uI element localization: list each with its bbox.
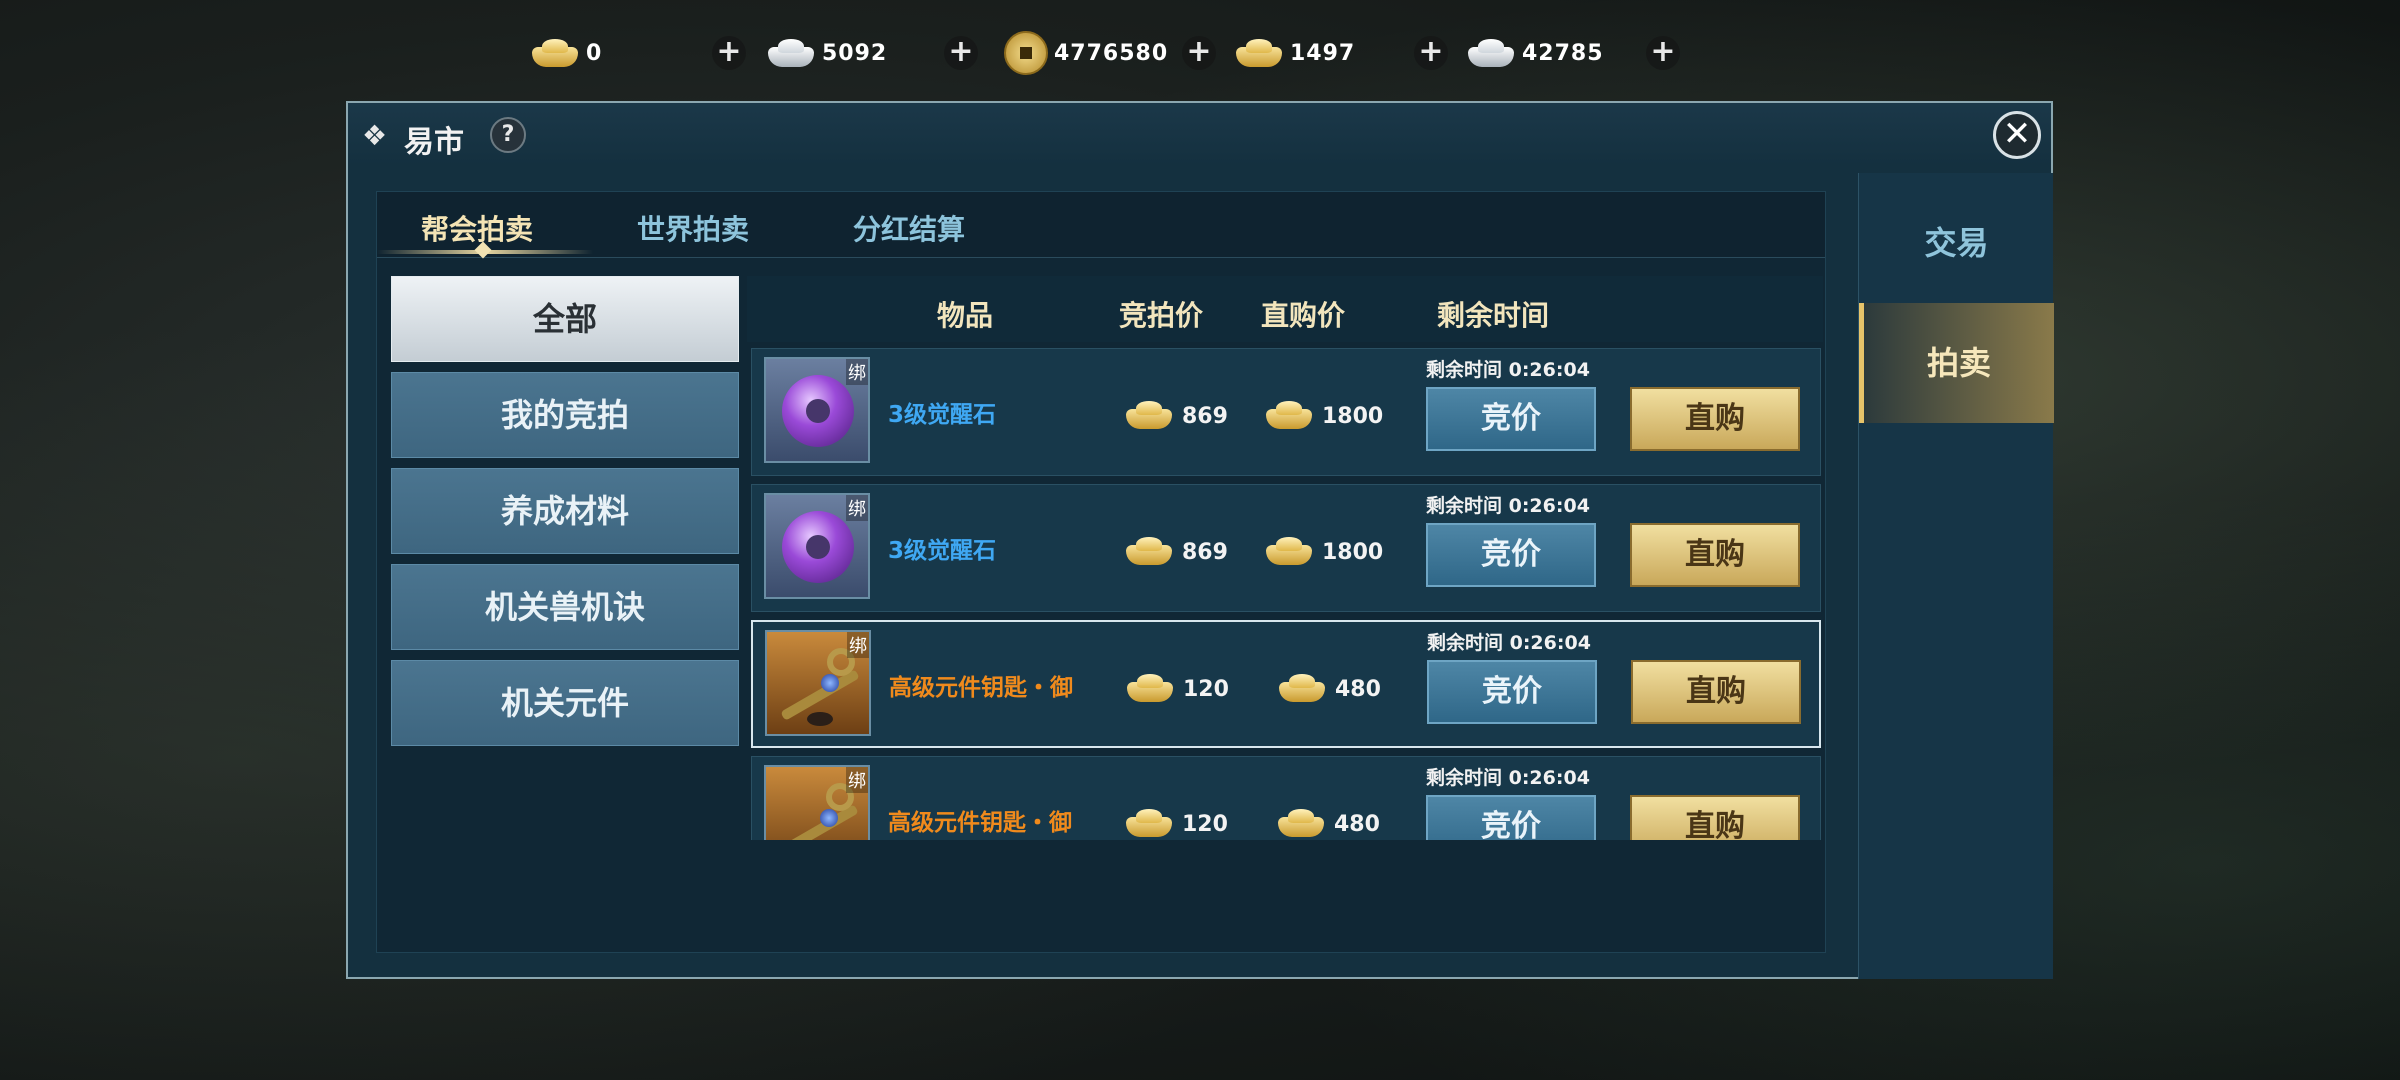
- item-name: 高级元件钥匙・御: [889, 675, 1073, 701]
- item-name: 高级元件钥匙・御: [888, 810, 1072, 836]
- category-materials[interactable]: 养成材料: [391, 468, 739, 554]
- currency-amount: 5092: [822, 40, 888, 66]
- gold-ingot-icon: [1125, 672, 1179, 706]
- bound-tag: 绑: [847, 632, 869, 658]
- auction-tabs: 帮会拍卖 世界拍卖 分红结算: [377, 192, 1825, 259]
- tab-dividend-settlement[interactable]: 分红结算: [853, 208, 965, 248]
- time-left: 剩余时间 0:26:04: [1426, 767, 1590, 789]
- header-time-left: 剩余时间: [1437, 299, 1550, 332]
- buy-now-button[interactable]: 直购: [1630, 795, 1800, 840]
- bid-price-value: 120: [1183, 676, 1229, 702]
- close-button[interactable]: ✕: [1993, 111, 2041, 159]
- bid-price-value: 869: [1182, 539, 1228, 565]
- currency-amount: 1497: [1290, 40, 1356, 66]
- category-mech-beast-secrets[interactable]: 机关兽机诀: [391, 564, 739, 650]
- bid-button[interactable]: 竞价: [1426, 523, 1596, 587]
- buy-price-value: 480: [1334, 811, 1380, 837]
- buy-price-value: 1800: [1322, 403, 1384, 429]
- buy-price: 480: [1276, 807, 1380, 840]
- header-item: 物品: [937, 299, 994, 332]
- gold-ingot-icon: [1276, 807, 1330, 840]
- bid-button[interactable]: 竞价: [1427, 660, 1597, 724]
- category-all[interactable]: 全部: [391, 276, 739, 362]
- table-row[interactable]: 绑 3级觉醒石 869 1800 剩余时间 0:26:04 竞价 直购: [751, 348, 1821, 476]
- time-left: 剩余时间 0:26:04: [1427, 632, 1591, 654]
- tab-trade[interactable]: 交易: [1859, 183, 2054, 303]
- table-row-selected[interactable]: 绑 高级元件钥匙・御 120 480 剩余时间 0:26:04 竞价 直购: [751, 620, 1821, 748]
- currency-gold-ingot: 0: [530, 28, 602, 78]
- currency-amount: 4776580: [1054, 40, 1169, 66]
- tab-world-auction[interactable]: 世界拍卖: [637, 208, 749, 248]
- bid-price-value: 120: [1182, 811, 1228, 837]
- diamond-knot-icon: ❖: [362, 119, 388, 152]
- add-currency-button[interactable]: +: [1646, 36, 1680, 70]
- bid-price-value: 869: [1182, 403, 1228, 429]
- tab-guild-auction[interactable]: 帮会拍卖: [421, 208, 533, 248]
- item-name: 3级觉醒石: [888, 538, 997, 564]
- buy-now-button[interactable]: 直购: [1630, 523, 1800, 587]
- gold-ingot-icon: [530, 37, 580, 69]
- table-row[interactable]: 绑 3级觉醒石 869 1800 剩余时间 0:26:04 竞价 直购: [751, 484, 1821, 612]
- awakening-stone-icon[interactable]: 绑: [764, 493, 870, 599]
- copper-coin-icon: [1004, 31, 1048, 75]
- gold-ingot-icon: [1277, 672, 1331, 706]
- buy-price: 1800: [1264, 535, 1383, 569]
- market-panel: ❖ 易市 ? ✕ 帮会拍卖 世界拍卖 分红结算 全部 我的竞拍 养成材料 机关兽…: [346, 101, 2054, 979]
- table-header: 物品 竞拍价 直购价 剩余时间: [747, 276, 1823, 342]
- currency-copper-coin: 4776580: [1004, 28, 1168, 78]
- bid-button[interactable]: 竞价: [1426, 387, 1596, 451]
- time-left: 剩余时间 0:26:04: [1426, 359, 1590, 381]
- buy-price-value: 480: [1335, 676, 1381, 702]
- table-row[interactable]: 绑 高级元件钥匙・御 120 480 剩余时间 0:26:04 竞价 直购: [751, 756, 1821, 840]
- bid-price: 120: [1125, 672, 1229, 706]
- bound-tag: 绑: [846, 495, 868, 521]
- currency-silver-ingot-large: 42785: [1466, 28, 1604, 78]
- gold-ingot-icon: [1124, 535, 1178, 569]
- buy-price: 480: [1277, 672, 1381, 706]
- component-key-icon[interactable]: 绑: [765, 630, 871, 736]
- buy-price-value: 1800: [1322, 539, 1384, 565]
- help-button[interactable]: ?: [490, 117, 526, 153]
- bid-price: 869: [1124, 399, 1228, 433]
- currency-amount: 0: [586, 40, 603, 66]
- add-currency-button[interactable]: +: [712, 36, 746, 70]
- silver-ingot-icon: [1466, 37, 1516, 69]
- bid-price: 120: [1124, 807, 1228, 840]
- header-bid-price: 竞拍价: [1119, 299, 1204, 332]
- bid-price: 869: [1124, 535, 1228, 569]
- header-buy-price: 直购价: [1261, 299, 1346, 332]
- add-currency-button[interactable]: +: [1414, 36, 1448, 70]
- currency-silver-ingot: 5092: [766, 28, 887, 78]
- currency-amount: 42785: [1522, 40, 1604, 66]
- gold-ingot-icon: [1264, 535, 1318, 569]
- category-my-bids[interactable]: 我的竞拍: [391, 372, 739, 458]
- add-currency-button[interactable]: +: [944, 36, 978, 70]
- time-left: 剩余时间 0:26:04: [1426, 495, 1590, 517]
- gold-ingot-icon: [1124, 807, 1178, 840]
- gold-ingot-icon: [1264, 399, 1318, 433]
- awakening-stone-icon[interactable]: 绑: [764, 357, 870, 463]
- auction-content: 帮会拍卖 世界拍卖 分红结算 全部 我的竞拍 养成材料 机关兽机诀 机关元件 物…: [376, 191, 1826, 953]
- category-mech-components[interactable]: 机关元件: [391, 660, 739, 746]
- silver-ingot-icon: [766, 37, 816, 69]
- component-key-icon[interactable]: 绑: [764, 765, 870, 840]
- add-currency-button[interactable]: +: [1182, 36, 1216, 70]
- buy-now-button[interactable]: 直购: [1630, 387, 1800, 451]
- right-side-tabs: 交易 拍卖: [1858, 173, 2054, 979]
- bound-tag: 绑: [846, 359, 868, 385]
- currency-gold-ingot-small: 1497: [1234, 28, 1355, 78]
- title-bar: ❖ 易市 ? ✕: [348, 103, 2051, 165]
- bound-tag: 绑: [846, 767, 868, 793]
- bid-button[interactable]: 竞价: [1426, 795, 1596, 840]
- buy-now-button[interactable]: 直购: [1631, 660, 1801, 724]
- item-name: 3级觉醒石: [888, 402, 997, 428]
- gold-ingot-icon: [1234, 37, 1284, 69]
- tab-auction[interactable]: 拍卖: [1859, 303, 2054, 423]
- window-title: 易市: [404, 125, 464, 160]
- buy-price: 1800: [1264, 399, 1383, 433]
- gold-ingot-icon: [1124, 399, 1178, 433]
- auction-list[interactable]: 绑 3级觉醒石 869 1800 剩余时间 0:26:04 竞价 直购 绑 3级…: [747, 348, 1823, 840]
